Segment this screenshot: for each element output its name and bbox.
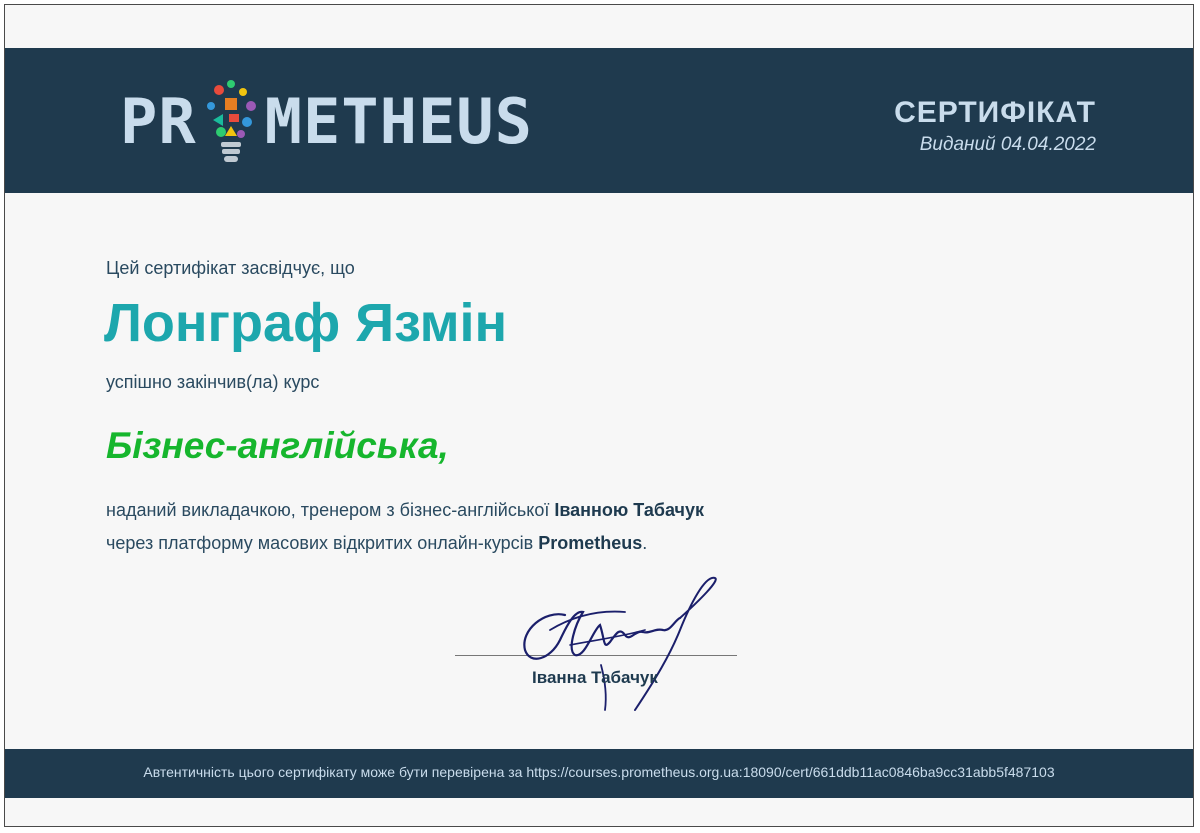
signer-name: Іванна Табачук [532, 668, 658, 687]
prometheus-logo: PR METHEUS [120, 76, 533, 166]
handwritten-signature [523, 576, 717, 711]
recipient-name: Лонграф Язмін [104, 293, 508, 353]
completed-text: успішно закінчив(ла) курс [106, 372, 320, 392]
intro-text: Цей сертифікат засвідчує, що [106, 258, 355, 278]
issue-date: Виданий 04.04.2022 [919, 134, 1096, 155]
instructor-line: наданий викладачкою, тренером з бізнес-а… [106, 500, 704, 521]
logo-text-right: METHEUS [264, 84, 533, 158]
platform-name: Prometheus [538, 533, 643, 553]
certificate-footer: Автентичність цього сертифікату може бут… [5, 749, 1193, 798]
verification-text: Автентичність цього сертифікату може бут… [143, 764, 1055, 780]
certificate-title: СЕРТИФІКАТ [894, 96, 1096, 129]
certificate-header: PR METHEUS СЕРТИФІКАТ Виданий 04.04.2022 [5, 48, 1193, 193]
course-name: Бізнес-англійська, [106, 425, 449, 466]
instructor-line-prefix: наданий викладачкою, тренером з бізнес-а… [106, 500, 555, 520]
logo-text-left: PR [120, 84, 197, 158]
platform-line-prefix: через платформу масових відкритих онлайн… [106, 533, 539, 553]
certificate: PR METHEUS СЕРТИФІКАТ Виданий 04.04.2022… [4, 4, 1194, 827]
lightbulb-icon [206, 80, 256, 162]
platform-line: через платформу масових відкритих онлайн… [106, 533, 647, 554]
platform-line-suffix: . [642, 533, 648, 553]
instructor-name: Іванною Табачук [554, 500, 705, 520]
